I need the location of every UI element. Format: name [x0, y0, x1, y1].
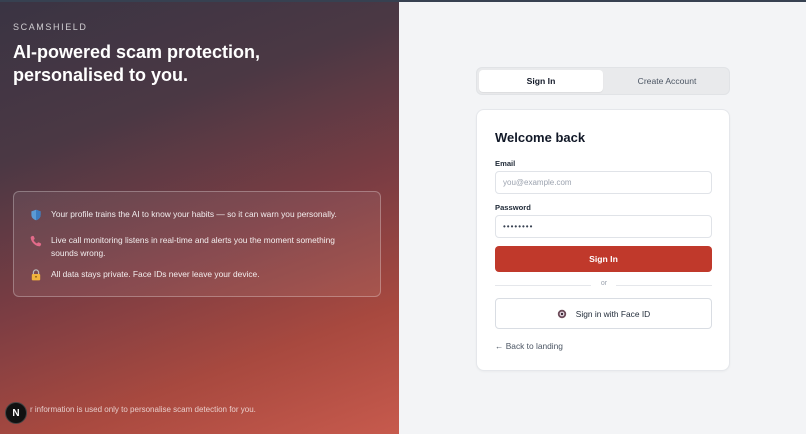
password-input[interactable] [495, 215, 712, 238]
feature-item: All data stays private. Face IDs never l… [30, 268, 361, 281]
phone-icon [30, 235, 42, 247]
divider-line-right [616, 285, 712, 286]
auth-tabs: Sign In Create Account [476, 67, 730, 95]
sign-in-button[interactable]: Sign In [495, 246, 712, 272]
face-id-button[interactable]: Sign in with Face ID [495, 298, 712, 329]
auth-panel: Sign In Create Account Welcome back Emai… [399, 2, 806, 434]
lock-icon [31, 269, 41, 281]
feature-list: Your profile trains the AI to know your … [13, 191, 381, 297]
hero-panel: SCAMSHIELD AI-powered scam protection, p… [0, 2, 399, 434]
privacy-disclaimer: r information is used only to personalis… [30, 405, 256, 414]
feature-item: Live call monitoring listens in real-tim… [30, 234, 361, 260]
back-to-landing-link[interactable]: ← Back to landing [495, 341, 563, 351]
card-title: Welcome back [495, 130, 586, 145]
hero-headline: AI-powered scam protection, personalised… [13, 42, 261, 85]
email-input[interactable] [495, 171, 712, 194]
feature-item: Your profile trains the AI to know your … [30, 208, 361, 221]
tab-sign-in[interactable]: Sign In [479, 70, 603, 92]
feature-text: Your profile trains the AI to know your … [51, 209, 337, 219]
dev-tools-badge[interactable]: N [5, 402, 27, 424]
face-id-label: Sign in with Face ID [575, 308, 651, 319]
feature-text: Live call monitoring listens in real-tim… [51, 235, 335, 258]
brand-name: SCAMSHIELD [13, 22, 88, 32]
shield-icon [31, 209, 41, 221]
feature-text: All data stays private. Face IDs never l… [51, 269, 260, 279]
divider-line-left [495, 285, 591, 286]
password-label: Password [495, 203, 531, 212]
tab-create-account[interactable]: Create Account [605, 70, 729, 92]
sign-in-card: Welcome back Email Password Sign In or S… [476, 109, 730, 371]
face-id-icon [557, 309, 566, 318]
divider-text: or [600, 280, 608, 287]
email-label: Email [495, 159, 516, 168]
